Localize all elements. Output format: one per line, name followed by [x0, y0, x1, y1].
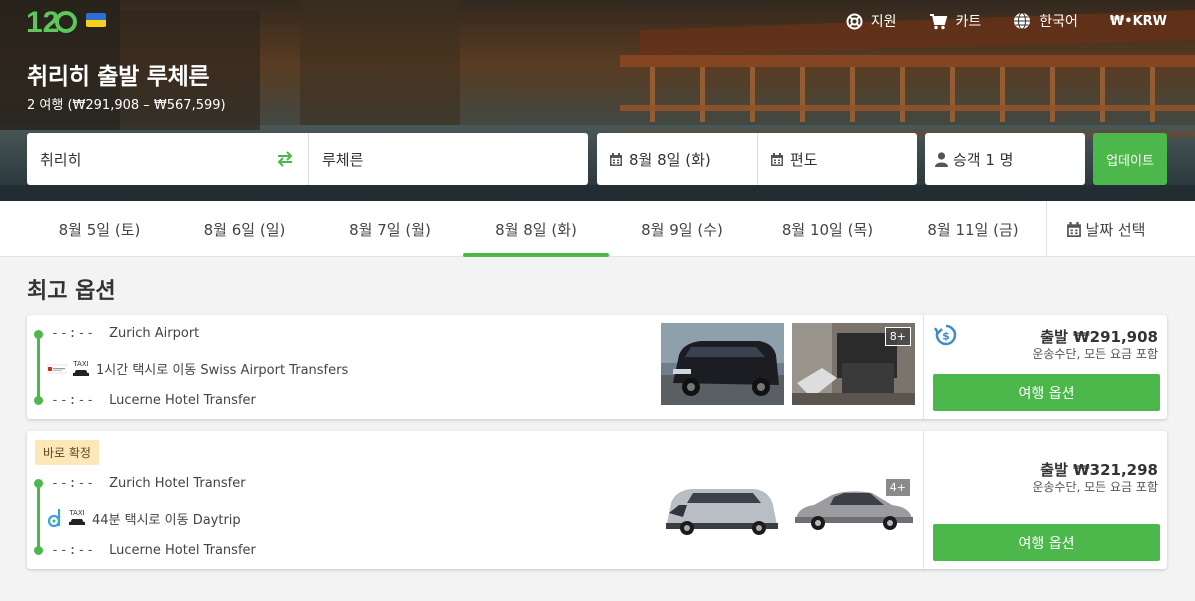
departure-time: --:--	[51, 476, 96, 491]
refund-icon: $	[934, 324, 957, 346]
person-icon	[935, 151, 948, 167]
cart-icon	[929, 13, 947, 29]
transfer-text: 1시간 택시로 이동 Swiss Airport Transfers	[96, 363, 349, 378]
calendar-icon	[610, 152, 622, 166]
destination-dot	[34, 546, 43, 555]
destination-stop: --:-- Lucerne Hotel Transfer	[51, 393, 256, 408]
trip-options-button[interactable]: 여행 옵션	[933, 374, 1160, 411]
destination-name: Lucerne Hotel Transfer	[109, 543, 256, 558]
result-card[interactable]: 바로 확정 --:-- Zurich Hotel Transfer TAXI 44…	[27, 431, 1167, 569]
currency-selector[interactable]: ₩•KRW	[1110, 14, 1167, 29]
from-field[interactable]: 취리히	[27, 133, 308, 185]
calendar-icon	[771, 152, 783, 166]
currency-label: ₩•KRW	[1109, 13, 1167, 29]
swap-icon[interactable]	[276, 151, 294, 167]
taxi-icon: TAXI	[68, 510, 86, 526]
passengers-field[interactable]: 승객 1 명	[925, 133, 1085, 185]
taxi-icon: TAXI	[72, 359, 90, 377]
date-input-group: 8월 8일 (화) 편도	[597, 133, 917, 185]
date-tab[interactable]: 8월 11일 (금)	[900, 201, 1046, 257]
language-label: 한국어	[1039, 14, 1078, 30]
arrival-time: --:--	[51, 543, 96, 558]
more-photos-badge[interactable]: 8+	[884, 327, 911, 346]
vehicle-interior-photo[interactable]: 8+	[792, 323, 915, 405]
passengers-value: 승객 1 명	[953, 150, 1014, 169]
svg-text:$: $	[942, 330, 950, 343]
minivan-photo[interactable]	[661, 483, 784, 539]
svg-text:12: 12	[26, 6, 59, 39]
price-panel: $ 출발 ₩291,908 운송수단, 모든 요금 포함 여행 옵션	[923, 315, 1167, 419]
language-selector[interactable]: 한국어	[1013, 11, 1078, 31]
taxi-label: TAXI	[73, 359, 89, 368]
instant-confirm-badge: 바로 확정	[35, 440, 99, 465]
page-title: 취리히 출발 루체른	[27, 64, 210, 90]
origin-dot	[34, 479, 43, 488]
origin-name: Zurich Airport	[109, 326, 200, 341]
vehicle-photo[interactable]	[661, 323, 784, 405]
daytrip-logo-icon	[47, 509, 61, 528]
arrival-time: --:--	[51, 393, 96, 408]
lifebuoy-icon	[846, 13, 863, 29]
date-tab[interactable]: 8월 5일 (토)	[27, 201, 172, 257]
departure-date-value: 8월 8일 (화)	[629, 150, 711, 169]
support-link[interactable]: 지원	[846, 11, 897, 31]
transfer-text: 44분 택시로 이동 Daytrip	[92, 512, 241, 528]
date-tab[interactable]: 8월 9일 (수)	[609, 201, 755, 257]
to-value: 루체른	[322, 150, 364, 169]
globe-icon	[1014, 12, 1031, 30]
origin-name: Zurich Hotel Transfer	[109, 476, 246, 491]
price-panel: 출발 ₩321,298 운송수단, 모든 요금 포함 여행 옵션	[923, 431, 1167, 569]
cart-label: 카트	[955, 14, 982, 30]
destination-dot	[34, 396, 43, 405]
price-note: 운송수단, 모든 요금 포함	[1032, 480, 1158, 494]
trip-summary: 2 여행 (₩291,908 – ₩567,599)	[27, 98, 226, 113]
cart-link[interactable]: 카트	[929, 11, 982, 31]
more-photos-badge[interactable]: 4+	[885, 479, 910, 496]
price-label: 출발 ₩291,908	[1040, 328, 1158, 346]
return-date-field[interactable]: 편도	[758, 133, 917, 185]
hero-banner: 12 지원 카트 한국어 ₩•KRW 취리히 출발 루체른 2 여행 (₩291…	[0, 0, 1195, 201]
transfer-info: TAXI 44분 택시로 이동 Daytrip	[47, 508, 241, 528]
support-label: 지원	[870, 14, 897, 30]
transfer-info: TAXI 1시간 택시로 이동 Swiss Airport Transfers	[47, 359, 348, 378]
destination-name: Lucerne Hotel Transfer	[109, 393, 256, 408]
route-timeline	[37, 335, 40, 401]
to-field[interactable]: 루체른	[309, 133, 588, 185]
sedan-photo[interactable]: 4+	[792, 479, 915, 539]
ukraine-flag-icon	[86, 13, 106, 27]
price-label: 출발 ₩321,298	[1040, 461, 1158, 479]
pick-date-button[interactable]: 날짜 선택	[1047, 201, 1165, 257]
origin-stop: --:-- Zurich Hotel Transfer	[51, 476, 246, 491]
departure-date-field[interactable]: 8월 8일 (화)	[597, 133, 757, 185]
pick-date-label: 날짜 선택	[1085, 220, 1146, 239]
route-input-group: 취리히 루체른	[27, 133, 588, 185]
from-value: 취리히	[40, 150, 82, 169]
date-tab[interactable]: 8월 6일 (일)	[172, 201, 317, 257]
date-tab[interactable]: 8월 10일 (목)	[755, 201, 900, 257]
date-tabs: 8월 5일 (토) 8월 6일 (일) 8월 7일 (월) 8월 8일 (화) …	[0, 201, 1195, 257]
origin-stop: --:-- Zurich Airport	[51, 326, 199, 341]
operator-logo-icon	[47, 364, 67, 373]
result-card[interactable]: --:-- Zurich Airport TAXI 1시간 택시로 이동 Swis…	[27, 315, 1167, 419]
route-timeline	[37, 483, 40, 551]
trip-options-button[interactable]: 여행 옵션	[933, 524, 1160, 561]
12go-logo[interactable]: 12	[26, 4, 80, 44]
origin-dot	[34, 330, 43, 339]
departure-time: --:--	[51, 326, 96, 341]
date-tab-active[interactable]: 8월 8일 (화)	[463, 201, 609, 257]
update-button[interactable]: 업데이트	[1093, 133, 1167, 185]
destination-stop: --:-- Lucerne Hotel Transfer	[51, 543, 256, 558]
return-date-value: 편도	[790, 150, 818, 169]
date-tab[interactable]: 8월 7일 (월)	[317, 201, 463, 257]
top-nav: 지원 카트 한국어 ₩•KRW	[846, 10, 1195, 32]
price-note: 운송수단, 모든 요금 포함	[1032, 347, 1158, 361]
section-title: 최고 옵션	[27, 279, 116, 304]
taxi-label: TAXI	[69, 509, 85, 517]
calendar-icon	[1066, 221, 1081, 237]
